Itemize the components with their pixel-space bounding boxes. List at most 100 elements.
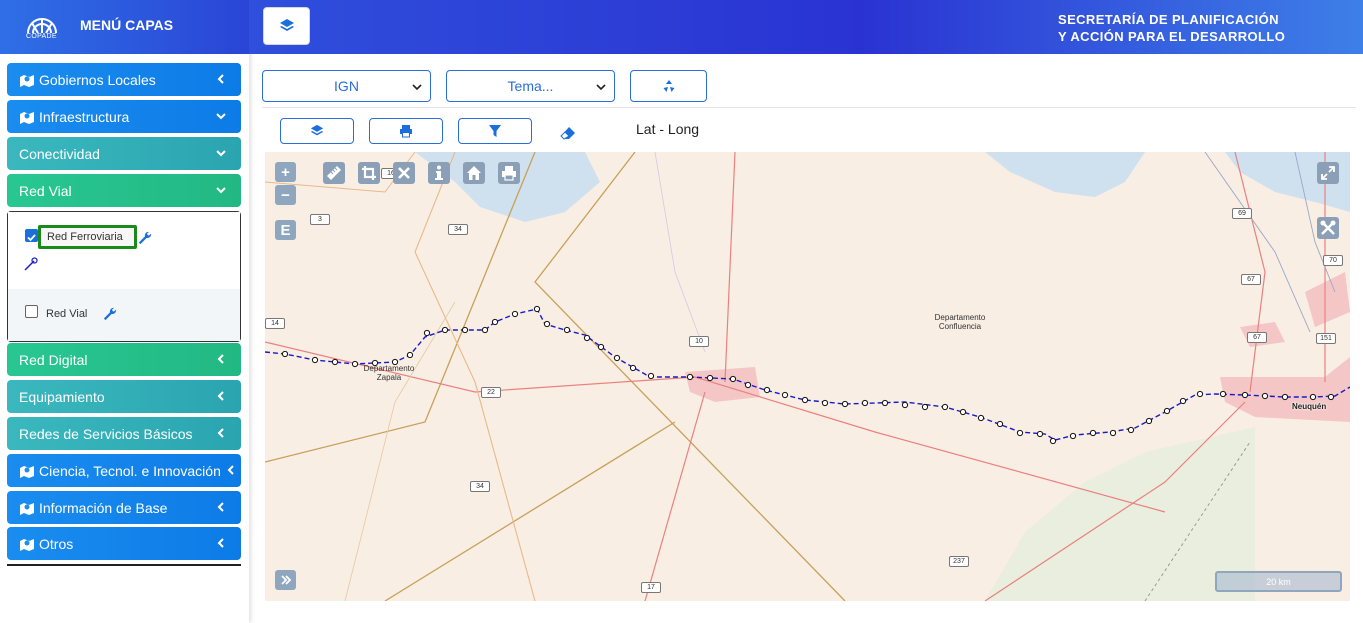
print-button[interactable] — [369, 118, 443, 144]
secretaria-title: SECRETARÍA DE PLANIFICACIÓN Y ACCIÓN PAR… — [1058, 11, 1285, 45]
route-shield: 237 — [949, 556, 969, 567]
chevron-left-icon — [217, 354, 224, 364]
menu-item-gobiernos-locales[interactable]: Gobiernos Locales — [7, 63, 241, 96]
theme-select-value: Tema... — [507, 78, 554, 94]
route-shield: 10 — [689, 336, 709, 347]
route-shield: 34 — [470, 481, 490, 492]
map-view[interactable]: Departamento Zapala Departamento Conflue… — [265, 152, 1350, 601]
route-shield: 17 — [641, 582, 661, 593]
route-shield: 67 — [1241, 274, 1261, 285]
filter-icon — [489, 125, 501, 137]
print-icon — [400, 125, 412, 138]
tools-icon[interactable] — [1317, 217, 1339, 239]
logo-text: COPADE — [26, 33, 57, 40]
zoom-in-button[interactable]: + — [275, 162, 296, 182]
layer-row-red-ferroviaria: Red Ferroviaria — [8, 212, 240, 286]
route-shield: 14 — [265, 318, 285, 329]
close-icon[interactable] — [393, 162, 415, 184]
eraser-icon[interactable] — [560, 125, 576, 141]
title-line-2: Y ACCIÓN PARA EL DESARROLLO — [1058, 29, 1286, 44]
controls-divider — [262, 107, 1356, 108]
railway-stations — [281, 305, 1335, 445]
map-marker-icon — [20, 465, 34, 478]
scale-bar: 20 km — [1215, 571, 1342, 592]
fullscreen-icon[interactable] — [1317, 162, 1339, 184]
menu-item-label: Gobiernos Locales — [39, 71, 156, 88]
sidebar: COPADE MENÚ CAPAS Gobiernos Locales Infr… — [0, 0, 249, 623]
measure-ruler-icon[interactable] — [323, 162, 345, 184]
chevron-left-icon — [217, 428, 224, 438]
basemap-select-value: IGN — [334, 78, 359, 94]
print-icon[interactable] — [498, 162, 520, 184]
map-marker-icon — [20, 538, 34, 551]
map-layers-button[interactable] — [280, 118, 354, 144]
map-marker-icon — [20, 74, 34, 87]
chevron-left-icon — [227, 465, 234, 475]
crop-icon[interactable] — [358, 162, 380, 184]
route-shield: 3 — [310, 214, 330, 225]
double-chevron-right-icon — [280, 575, 291, 585]
route-shield: 67 — [1247, 332, 1267, 343]
line-style-icon — [24, 257, 38, 271]
layers-icon — [310, 124, 324, 136]
sidebar-header: COPADE MENÚ CAPAS — [0, 0, 249, 54]
layers-icon — [279, 19, 294, 31]
layers-toggle-button[interactable] — [263, 7, 310, 45]
chevron-down-icon — [216, 113, 226, 120]
menu-item-label: Conectividad — [19, 145, 100, 162]
filter-button[interactable] — [458, 118, 532, 144]
edit-button[interactable]: E — [275, 220, 296, 240]
coordinates-label: Lat - Long — [636, 121, 700, 137]
menu-item-red-vial[interactable]: Red Vial — [7, 174, 241, 207]
info-icon[interactable] — [428, 162, 450, 184]
map-marker-icon — [20, 111, 34, 124]
menu-item-label: Otros — [39, 535, 74, 552]
menu-title: MENÚ CAPAS — [80, 17, 174, 33]
route-shield: 151 — [1316, 333, 1336, 344]
expand-panel-button[interactable] — [275, 570, 296, 590]
menu-item-conectividad[interactable]: Conectividad — [7, 137, 241, 170]
route-shield: 70 — [1323, 255, 1343, 266]
route-shield: 22 — [481, 387, 501, 398]
label-departamento-confluencia: Departamento Confluencia — [934, 313, 986, 331]
home-icon[interactable] — [463, 162, 485, 184]
chevron-down-icon — [216, 150, 226, 157]
menu-item-label: Red Vial — [19, 182, 72, 199]
check-icon — [27, 234, 36, 242]
menu-item-label: Red Digital — [19, 351, 88, 368]
menu-item-label: Ciencia, Tecnol. e Innovación — [39, 462, 221, 479]
menu-item-redes-servicios[interactable]: Redes de Servicios Básicos — [7, 417, 241, 450]
layer-checkbox-red-vial[interactable] — [25, 305, 38, 318]
layer-checkbox-red-ferroviaria[interactable] — [25, 229, 38, 242]
recycle-icon — [663, 80, 674, 92]
menu-item-otros[interactable]: Otros — [7, 527, 241, 560]
sidebar-divider — [7, 564, 241, 566]
wrench-icon[interactable] — [137, 230, 152, 245]
menu-item-infraestructura[interactable]: Infraestructura — [7, 100, 241, 133]
chevron-down-icon — [596, 84, 606, 91]
title-line-1: SECRETARÍA DE PLANIFICACIÓN — [1058, 12, 1279, 27]
chevron-down-icon — [412, 84, 422, 91]
chevron-left-icon — [217, 502, 224, 512]
basemap-select[interactable]: IGN — [262, 70, 431, 102]
layer-list: Red Ferroviaria Red Vial — [7, 211, 241, 342]
wrench-icon[interactable] — [102, 306, 117, 321]
zoom-out-button[interactable]: − — [275, 185, 296, 205]
layer-label-red-ferroviaria[interactable]: Red Ferroviaria — [38, 225, 137, 249]
menu-item-equipamiento[interactable]: Equipamiento — [7, 380, 241, 413]
chevron-left-icon — [217, 538, 224, 548]
menu-item-label: Infraestructura — [39, 108, 130, 125]
reset-button[interactable] — [630, 70, 707, 102]
menu-item-ciencia[interactable]: Ciencia, Tecnol. e Innovación — [7, 454, 241, 487]
menu-item-label: Redes de Servicios Básicos — [19, 425, 193, 442]
menu-item-informacion-base[interactable]: Información de Base — [7, 491, 241, 524]
chevron-left-icon — [217, 391, 224, 401]
theme-select[interactable]: Tema... — [446, 70, 615, 102]
menu-item-red-digital[interactable]: Red Digital — [7, 343, 241, 376]
route-shield: 69 — [1232, 208, 1252, 219]
layer-row-red-vial: Red Vial — [8, 289, 240, 341]
route-shield: 34 — [448, 224, 468, 235]
label-neuquen: Neuquén — [1292, 402, 1327, 411]
chevron-down-icon — [216, 187, 226, 194]
menu-item-label: Información de Base — [39, 499, 168, 516]
